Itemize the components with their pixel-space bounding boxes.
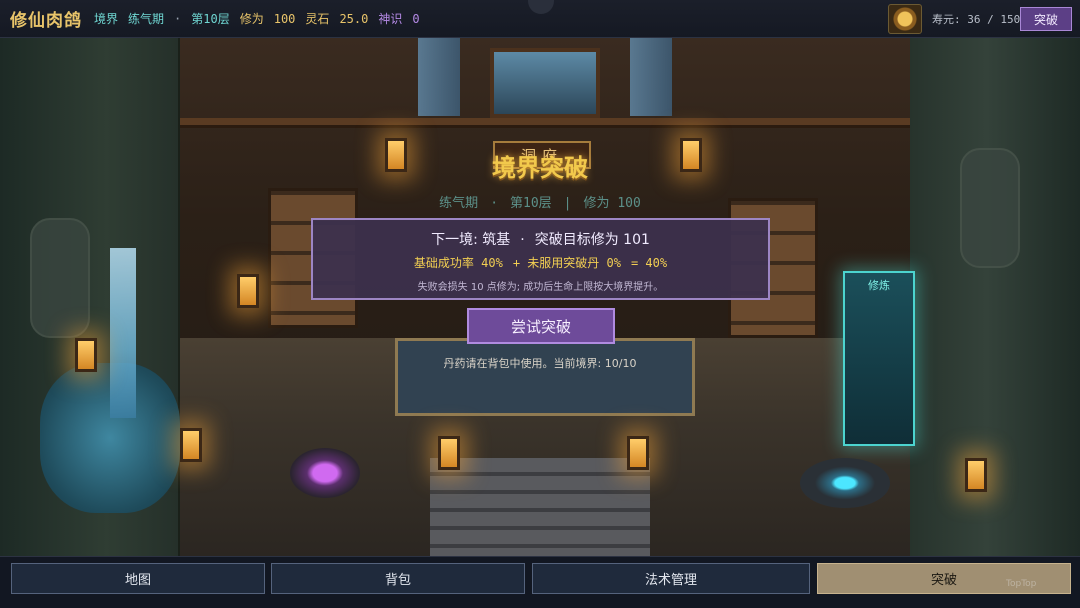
lantern-icon <box>75 338 97 372</box>
game-title: 修仙肉鸽 <box>10 11 82 31</box>
current-realm-line: 练气期 · 第10层 | 修为 100 <box>380 192 700 211</box>
next-realm-line: 下一境: 筑基 · 突破目标修为 101 <box>313 229 768 249</box>
base-success-rate: 基础成功率 40% <box>413 256 503 270</box>
failure-note: 失败会损失 10 点修为; 成功后生命上限按大境界提升。 <box>417 282 664 293</box>
carved-stone-right <box>960 148 1020 268</box>
success-rate-line: 基础成功率 40% + 未服用突破丹 0% = 40% <box>313 254 768 271</box>
lantern-icon <box>180 428 202 462</box>
balcony-rail <box>170 118 910 128</box>
pill-bonus: + 未服用突破丹 0% <box>512 256 621 270</box>
floor-rug <box>395 338 695 416</box>
separator-dot: · <box>490 196 499 211</box>
divine-sense-label: 神识 <box>378 12 403 26</box>
upper-window <box>490 48 600 118</box>
lantern-icon <box>385 138 407 172</box>
realm-label: 境界 <box>94 12 119 26</box>
next-realm: 下一境: 筑基 <box>431 232 511 248</box>
nav-map-button[interactable]: 地图 <box>11 563 265 594</box>
pill-usage-hint: 丹药请在背包中使用。当前境界: 10/10 <box>443 357 637 370</box>
current-realm: 练气期 <box>439 196 479 211</box>
separator-dot: · <box>520 232 525 248</box>
attempt-breakthrough-button[interactable]: 尝试突破 <box>467 308 615 344</box>
nav-spell-management-button[interactable]: 法术管理 <box>532 563 810 594</box>
spirit-scroll-title: 修炼 <box>868 279 890 292</box>
stone-stairs <box>430 458 650 556</box>
carved-stone-left <box>30 218 90 338</box>
spirit-stone-label: 灵石 <box>305 12 330 26</box>
breakthrough-title: 境界突破 <box>492 154 588 182</box>
lantern-icon <box>237 274 259 308</box>
lantern-icon <box>965 458 987 492</box>
lifespan-readout: 寿元: 36 / 150 <box>932 13 1021 26</box>
watermark: TopTop <box>1006 579 1037 589</box>
lantern-icon <box>680 138 702 172</box>
target-cultivation: 突破目标修为 101 <box>534 232 650 248</box>
spirit-stone-value: 25.0 <box>339 11 369 26</box>
current-layer: 第10层 <box>510 196 552 211</box>
lantern-icon <box>438 436 460 470</box>
spirit-scroll-panel[interactable]: 修炼 <box>843 271 915 446</box>
cultivation-value: 100 <box>273 11 296 26</box>
separator-bar: | <box>563 196 572 211</box>
breakthrough-info-panel: 下一境: 筑基 · 突破目标修为 101 基础成功率 40% + 未服用突破丹 0% =… <box>311 218 770 300</box>
total-success-rate: = 40% <box>630 256 668 270</box>
curtain-left <box>418 38 460 116</box>
layer-value: 第10层 <box>191 12 230 26</box>
bottom-nav-bar: 地图 背包 法术管理 突破 TopTop <box>0 556 1080 608</box>
divine-sense-value: 0 <box>412 11 420 26</box>
top-breakthrough-button[interactable]: 突破 <box>1020 7 1072 31</box>
waterfall <box>110 248 136 418</box>
player-avatar-icon[interactable] <box>888 4 922 34</box>
lantern-icon <box>627 436 649 470</box>
separator-dot: · <box>174 11 182 26</box>
nav-backpack-button[interactable]: 背包 <box>271 563 525 594</box>
current-cultivation: 修为 100 <box>583 196 641 211</box>
spirit-fountain-icon <box>800 458 890 508</box>
curtain-right <box>630 38 672 116</box>
realm-value: 练气期 <box>128 12 165 26</box>
cultivation-label: 修为 <box>239 12 264 26</box>
alchemy-cauldron-icon <box>290 448 360 498</box>
right-cliff <box>910 38 1080 556</box>
